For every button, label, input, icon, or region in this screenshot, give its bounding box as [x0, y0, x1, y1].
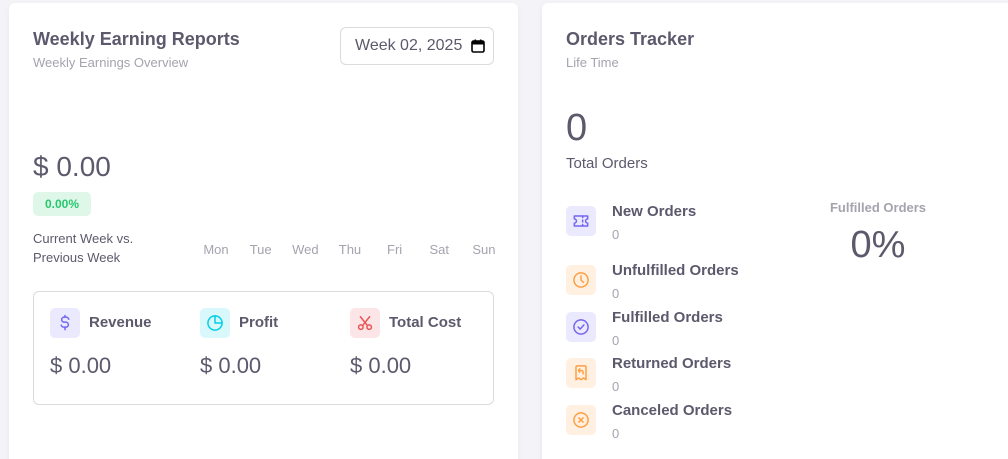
week-value: Week 02, 2025 [355, 37, 463, 54]
chart-pie-icon [200, 308, 230, 338]
order-item-name: Fulfilled Orders [612, 309, 723, 326]
order-item-count: 0 [612, 333, 620, 348]
stat-value: $ 0.00 [50, 353, 112, 378]
unfulfilled-orders-item: Unfulfilled Orders 0 [566, 262, 806, 308]
dollar-icon [50, 308, 80, 338]
comparison-label: Current Week vs. Previous Week [33, 231, 134, 265]
ticket-icon [566, 206, 596, 236]
total-orders-count: 0 [566, 107, 588, 149]
card-subtitle: Life Time [566, 55, 619, 70]
day-label: Mon [203, 242, 229, 257]
fulfilled-orders-percentage: 0% [850, 224, 906, 266]
calendar-icon[interactable] [471, 39, 485, 53]
orders-tracker-card: Orders Tracker Life Time 0 Total Orders … [542, 3, 1008, 459]
card-subtitle: Weekly Earnings Overview [33, 55, 189, 70]
day-label: Sun [472, 242, 496, 257]
stat-label: Total Cost [389, 314, 462, 331]
stat-value: $ 0.00 [200, 353, 262, 378]
total-orders-label: Total Orders [566, 155, 648, 172]
weekday-axis: Mon Tue Wed Thu Fri Sat Sun [196, 242, 504, 257]
stat-label: Profit [239, 314, 279, 331]
earnings-stats-box: Revenue $ 0.00 Profit $ 0.00 Total Cost … [33, 291, 494, 405]
day-label: Tue [249, 242, 272, 257]
order-item-name: Returned Orders [612, 355, 732, 372]
receipt-refund-icon [566, 358, 596, 388]
order-item-name: Unfulfilled Orders [612, 262, 739, 279]
card-title: Orders Tracker [566, 29, 695, 49]
stat-value: $ 0.00 [350, 353, 412, 378]
order-item-name: New Orders [612, 203, 697, 220]
change-badge: 0.00% [33, 192, 92, 216]
order-item-count: 0 [612, 286, 620, 301]
order-item-name: Canceled Orders [612, 402, 733, 419]
circle-x-icon [566, 405, 596, 435]
day-label: Wed [292, 242, 319, 257]
weekly-earnings-amount: $ 0.00 [33, 151, 111, 182]
day-label: Sat [429, 242, 450, 257]
day-label: Fri [387, 242, 403, 257]
fulfilled-orders-label: Fulfilled Orders [829, 200, 927, 215]
order-item-count: 0 [612, 426, 620, 441]
clock-icon [566, 265, 596, 295]
fulfilled-orders-item: Fulfilled Orders 0 [566, 309, 806, 355]
order-item-count: 0 [612, 379, 620, 394]
returned-orders-item: Returned Orders 0 [566, 355, 806, 401]
new-orders-item: New Orders 0 [566, 203, 806, 249]
circle-check-icon [566, 312, 596, 342]
card-title: Weekly Earning Reports [33, 29, 240, 49]
week-picker-input[interactable]: Week 02, 2025 [340, 27, 494, 65]
weekly-earnings-card: Weekly Earning Reports Weekly Earnings O… [9, 3, 518, 459]
day-label: Thu [338, 242, 362, 257]
order-item-count: 0 [612, 227, 620, 242]
canceled-orders-item: Canceled Orders 0 [566, 402, 806, 448]
stat-label: Revenue [89, 314, 152, 331]
scissors-icon [350, 308, 380, 338]
